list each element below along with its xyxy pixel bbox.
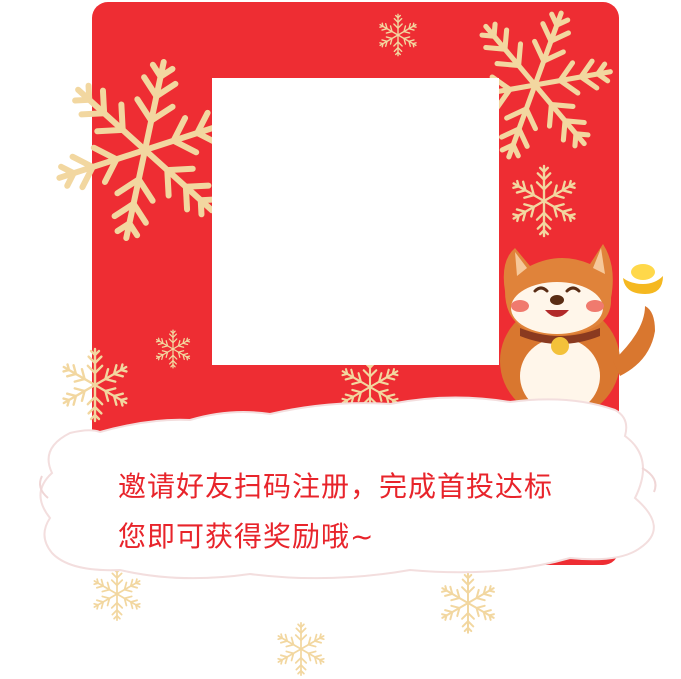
- invite-line-2: 您即可获得奖励哦~: [118, 520, 375, 553]
- snowflake-icon: [272, 620, 330, 678]
- invite-line-1: 邀请好友扫码注册，完成首投达标: [118, 470, 554, 503]
- qr-code-placeholder: [212, 78, 499, 365]
- snowflake-icon: [152, 328, 194, 370]
- invite-message: 邀请好友扫码注册，完成首投达标 您即可获得奖励哦~: [118, 462, 553, 562]
- invite-poster: 邀请好友扫码注册，完成首投达标 您即可获得奖励哦~: [0, 0, 681, 679]
- snowflake-icon: [505, 162, 583, 240]
- snowflake-icon: [375, 12, 421, 58]
